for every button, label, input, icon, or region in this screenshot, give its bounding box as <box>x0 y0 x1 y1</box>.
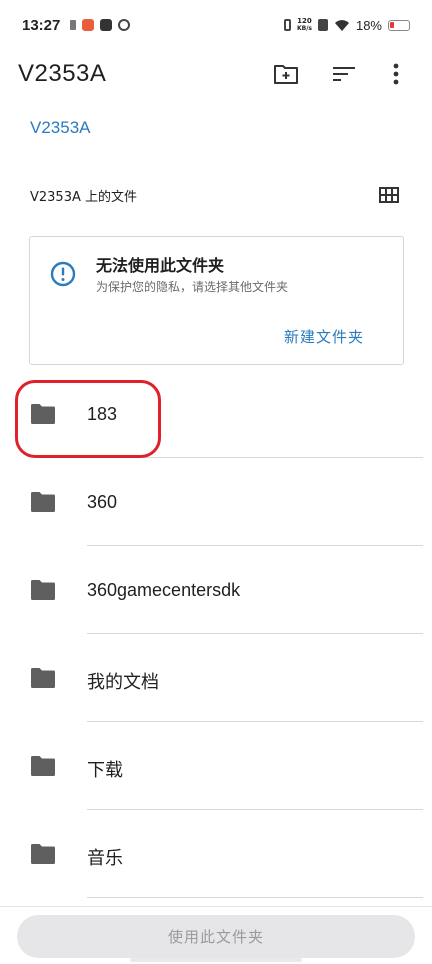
more-options-button[interactable] <box>372 50 420 98</box>
status-time: 13:27 <box>22 16 61 34</box>
app-bar: V2353A <box>0 50 432 98</box>
create-folder-button[interactable]: 新建文件夹 <box>284 326 364 347</box>
sort-button[interactable] <box>320 50 368 98</box>
folder-item[interactable]: 360gamecentersdk <box>0 546 432 634</box>
folder-name: 音乐 <box>87 848 123 868</box>
divider <box>87 897 423 898</box>
sync-notification-icon <box>118 19 131 31</box>
vibrate-icon <box>283 19 291 31</box>
app-notification-icon <box>82 19 95 31</box>
folder-item[interactable]: 我的文档 <box>0 634 432 722</box>
folder-name: 360 <box>87 492 118 512</box>
breadcrumb-current[interactable]: V2353A <box>30 118 91 137</box>
folder-item[interactable]: 下载 <box>0 722 432 810</box>
mail-notification-icon <box>100 19 113 31</box>
sim-icon <box>70 20 77 30</box>
status-right: 120 KB/s 18% <box>283 17 410 33</box>
folder-icon <box>31 580 55 600</box>
folder-icon <box>31 668 55 688</box>
status-bar: 13:27 120 KB/s 18% <box>0 0 432 50</box>
folder-name: 360gamecentersdk <box>87 580 241 600</box>
folder-name: 我的文档 <box>87 672 159 692</box>
folder-icon <box>31 756 55 776</box>
bottom-bar: 使用此文件夹 <box>0 906 432 964</box>
folder-item[interactable]: 360 <box>0 458 432 546</box>
new-folder-button[interactable] <box>262 50 310 98</box>
net-speed-unit: KB/s <box>296 25 312 32</box>
battery-percent: 18% <box>355 17 382 33</box>
net-speed: 120 KB/s <box>296 17 312 33</box>
grid-view-icon <box>379 187 399 203</box>
app-actions <box>262 50 414 98</box>
folder-list: 183 360 360gamecentersdk 我的文档 下载 音乐 <box>0 370 432 898</box>
breadcrumb[interactable]: V2353A <box>30 118 91 138</box>
more-vert-icon <box>393 63 399 85</box>
section-header: V2353A 上的文件 <box>30 180 402 210</box>
folder-name: 下载 <box>87 760 123 780</box>
info-icon <box>50 261 76 287</box>
warning-title: 无法使用此文件夹 <box>96 256 225 275</box>
folder-item[interactable]: 183 <box>0 370 432 458</box>
folder-icon <box>31 492 55 512</box>
no-sim-icon <box>317 19 328 31</box>
wifi-icon <box>334 19 349 31</box>
use-folder-button[interactable]: 使用此文件夹 <box>17 915 415 958</box>
grid-view-toggle[interactable] <box>374 180 404 210</box>
warning-subtitle: 为保护您的隐私，请选择其他文件夹 <box>96 280 289 294</box>
battery-icon <box>388 19 410 31</box>
home-indicator[interactable] <box>130 958 302 962</box>
status-left: 13:27 <box>22 16 131 34</box>
folder-icon <box>31 844 55 864</box>
net-speed-value: 120 <box>297 17 312 25</box>
new-folder-icon <box>274 65 298 84</box>
folder-icon <box>31 404 55 424</box>
section-title: V2353A 上的文件 <box>30 189 138 205</box>
folder-item[interactable]: 音乐 <box>0 810 432 898</box>
sort-icon <box>333 67 355 81</box>
folder-name: 183 <box>87 404 118 424</box>
app-title: V2353A <box>18 60 107 87</box>
